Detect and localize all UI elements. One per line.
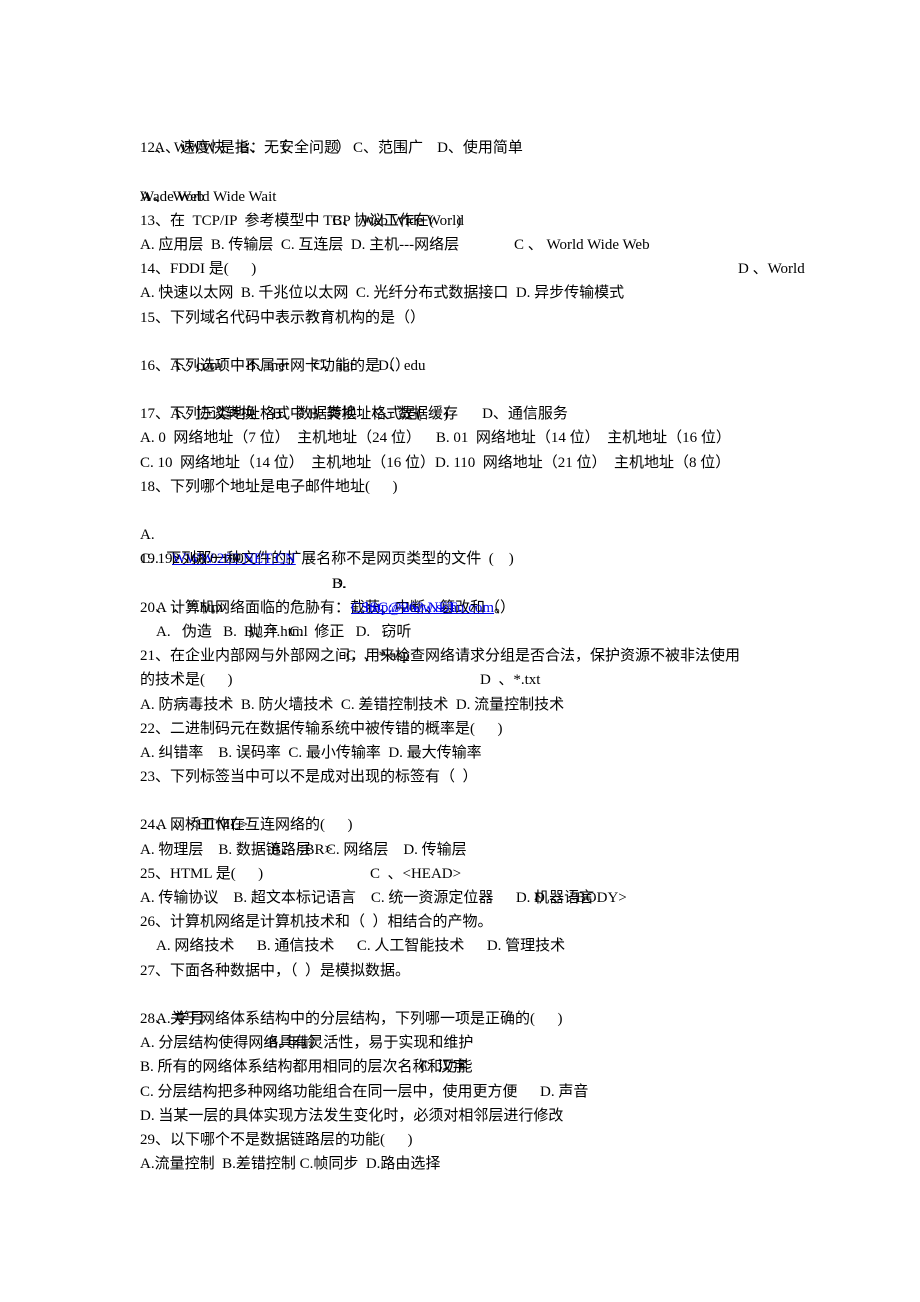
q23-option-a: A 、<HTML>	[156, 817, 248, 834]
q19-option-d: D 、*.txt	[480, 672, 541, 689]
q27-option-c: C. 汉字	[420, 1059, 468, 1076]
q18-options-ab: A. WWW.263.NET.CN B. CSSC@263.NET	[140, 499, 830, 616]
q19-option-a: A 、*.htm	[156, 599, 224, 616]
exam-page: A、速度快 B、无安全问题 C、范围广 D、使用简单 12、 WWW 是指： （ ） …	[140, 112, 830, 1176]
q28-stem: 28、关于网络体系结构中的分层结构，下列哪一项是正确的( )	[140, 1010, 563, 1027]
q11-option-c: C、范围广	[353, 140, 424, 157]
q27-option-d: D. 声音	[540, 1083, 589, 1100]
q12-option-b: B、 Web Wide World	[332, 212, 464, 229]
q11-option-d: D、使用简单	[437, 140, 523, 157]
q14-stem: 14、FDDI 是( )	[140, 261, 257, 278]
q14-options: A. 快速以太网 B. 千兆位以太网 C. 光纤分布式数据接口 D. 异步传输模…	[140, 285, 625, 302]
q18-stem: 18、下列哪个地址是电子邮件地址( )	[140, 478, 398, 495]
q15-options: A、com B、net C、int D、edu	[140, 330, 830, 374]
q28-option-a: A. 分层结构使得网络具有灵活性，易于实现和维护	[140, 1035, 474, 1052]
q18-options-cd: C. 192.168.0.100 D. http://www.sohu.com。	[140, 523, 830, 615]
q21-stem-line1: 21、在企业内部网与外部网之间，用来检查网络请求分组是否合法，保护资源不被非法使…	[140, 648, 741, 665]
q19-options: A 、*.htm B、*.html C 、*.asp D 、*.txt	[140, 572, 830, 689]
q29-options: A.流量控制 B.差错控制 C.帧同步 D.路由选择	[140, 1156, 441, 1173]
q28-option-c: C. 分层结构把多种网络功能组合在同一层中，使用更方便	[140, 1083, 518, 1100]
q22-stem: 22、二进制码元在数据传输系统中被传错的概率是( )	[140, 720, 503, 737]
q17-options-line1: A. 0 网络地址（7 位） 主机地址（24 位） B. 01 网络地址（14 …	[140, 430, 731, 447]
q23-option-c: C 、<HEAD>	[370, 865, 462, 882]
q27-option-a: A. 学号	[156, 1010, 205, 1027]
q11-options: A、速度快 B、无安全问题 C、范围广 D、使用简单	[140, 112, 830, 156]
q25-options: A. 传输协议 B. 超文本标记语言 C. 统一资源定位器 D. 机器语言	[140, 890, 595, 906]
q19-option-c: C 、*.asp	[346, 648, 410, 665]
q21-options: A. 防病毒技术 B. 防火墙技术 C. 差错控制技术 D. 流量控制技术	[140, 696, 565, 713]
q16-stem: 16、下列选项中不属于网卡功能的是（）	[140, 357, 411, 374]
q26-stem: 26、计算机网络是计算机技术和（ ）相结合的产物。	[140, 914, 493, 931]
q26-options: A. 网络技术 B. 通信技术 C. 人工智能技术 D. 管理技术	[156, 938, 566, 955]
q27-stem: 27、下面各种数据中，（ ）是模拟数据。	[140, 962, 411, 979]
q28-option-b: B. 所有的网络体系结构都用相同的层次名称和功能	[140, 1059, 473, 1076]
q28-option-d: D. 当某一层的具体实现方法发生变化时，必须对相邻层进行修改	[140, 1107, 564, 1124]
q15-stem: 15、下列域名代码中表示教育机构的是（）	[140, 309, 426, 326]
q23-option-b: B、<BR>	[271, 841, 333, 858]
q12-option-a: A 、 World Wide Wait	[140, 188, 277, 205]
q19-option-b: B、*.html	[244, 623, 308, 640]
q22-options: A. 纠错率 B. 误码率 C. 最小传输率 D. 最大传输率	[140, 744, 482, 761]
q13-options: A. 应用层 B. 传输层 C. 互连层 D. 主机---网络层	[140, 236, 460, 253]
q12-options: A 、 World Wide Wait B、 Web Wide World C …	[140, 160, 830, 278]
q27-options: A. 学号 B. 年龄 C. 汉字 D. 声音	[140, 983, 830, 1100]
q18-option-d-suffix: 。	[494, 599, 510, 616]
q27-option-b: B. 年龄	[268, 1035, 316, 1052]
q13-stem: 13、在 TCP/IP 参考模型中 TCP 协议工作在( )	[140, 212, 462, 229]
q16-options: A、协议转换 B、数据转换 C、数据缓存 D、通信服务	[140, 378, 830, 422]
q23-options: A 、<HTML> B、<BR> C 、<HEAD> D 、<BODY>	[140, 789, 830, 906]
q12-option-c: C 、 World Wide Web	[514, 236, 650, 253]
q17-options-line2: C. 10 网络地址（14 位） 主机地址（16 位）D. 110 网络地址（2…	[140, 454, 731, 471]
q23-stem: 23、下列标签当中可以不是成对出现的标签有（ ）	[140, 769, 478, 786]
q24-options: A. 物理层 B. 数据链路层 C. 网络层 D. 传输层	[140, 841, 467, 858]
q29-stem: 29、以下哪个不是数据链路层的功能( )	[140, 1131, 413, 1148]
q18-option-c: C. 192.168.0.100	[140, 551, 244, 568]
q12-option-d: D 、World	[738, 261, 805, 278]
q23-option-d: D 、<BODY>	[534, 890, 627, 907]
q25-stem: 25、HTML 是( )	[140, 865, 264, 882]
q16-option-d: D、通信服务	[482, 406, 568, 423]
q18-option-d-link[interactable]: http://www.sohu.com	[365, 600, 494, 616]
